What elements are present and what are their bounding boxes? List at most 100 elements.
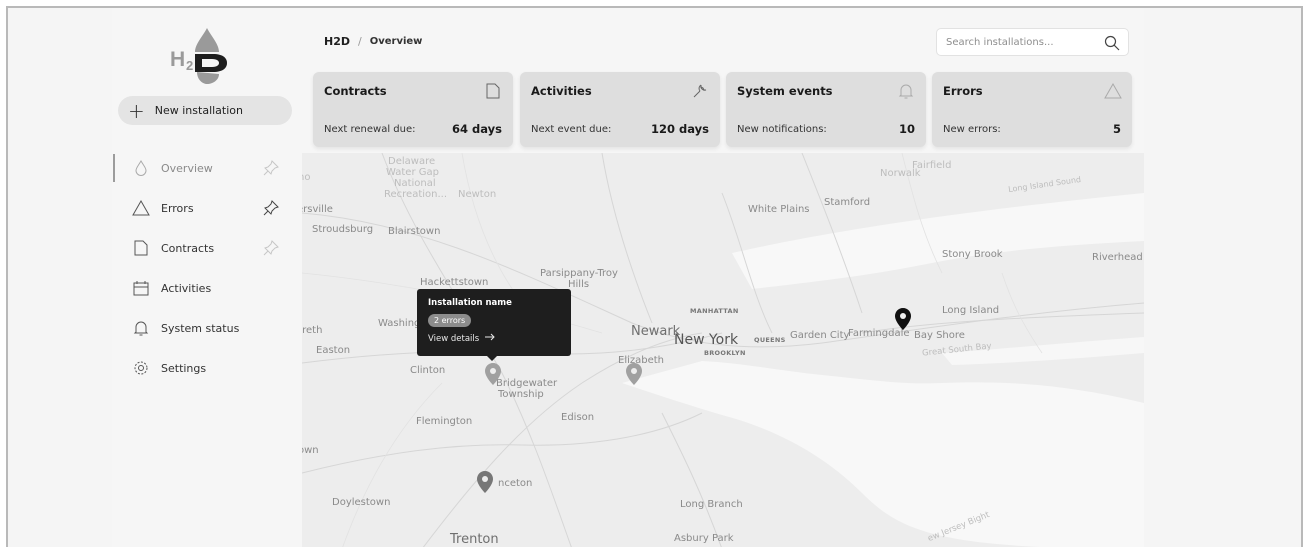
card-meta: Next renewal due: bbox=[324, 124, 416, 135]
map-label: Bay Shore bbox=[914, 330, 965, 341]
installation-marker[interactable] bbox=[625, 362, 643, 386]
map-label: Newton bbox=[458, 189, 497, 200]
installation-marker[interactable] bbox=[476, 470, 494, 494]
error-count-badge: 2 errors bbox=[428, 314, 472, 327]
sidebar-item-label: System status bbox=[161, 321, 240, 335]
tooltip-title: Installation name bbox=[428, 298, 512, 308]
installation-marker[interactable] bbox=[484, 362, 502, 386]
map-label: Hills bbox=[568, 279, 590, 290]
calendar-icon bbox=[132, 279, 150, 297]
bell-icon bbox=[132, 319, 150, 337]
sidebar-item-system-status[interactable]: System status bbox=[112, 308, 302, 348]
activities-card[interactable]: Activities Next event due: 120 days bbox=[520, 72, 720, 147]
sidebar-item-label: Activities bbox=[161, 281, 212, 295]
card-title: Activities bbox=[531, 84, 592, 98]
sidebar-item-errors[interactable]: Errors bbox=[112, 188, 302, 228]
map-label: Delaware bbox=[388, 156, 436, 167]
map-label: Edison bbox=[561, 412, 595, 423]
card-value: 120 days bbox=[651, 122, 709, 136]
map-label: no bbox=[302, 172, 311, 183]
new-installation-button[interactable]: + New installation bbox=[118, 96, 292, 125]
card-value: 5 bbox=[1112, 122, 1121, 136]
search-box bbox=[936, 28, 1129, 56]
map-label: New York bbox=[674, 332, 739, 348]
map-label: QUEENS bbox=[754, 336, 786, 344]
map-label: Fairfield bbox=[912, 160, 952, 171]
breadcrumb: H2D / Overview bbox=[324, 35, 422, 48]
installation-tooltip: Installation name 2 errors View details bbox=[417, 289, 571, 361]
map-label: Stamford bbox=[824, 197, 871, 208]
card-title: Errors bbox=[943, 84, 983, 98]
map-label: areth bbox=[302, 325, 323, 336]
bell-icon bbox=[898, 83, 914, 99]
map-label: Hackettstown bbox=[420, 277, 489, 288]
breadcrumb-current: Overview bbox=[369, 36, 423, 47]
pin-icon[interactable] bbox=[262, 199, 280, 217]
map-label: Blairstown bbox=[388, 226, 441, 237]
view-details-link[interactable]: View details bbox=[428, 333, 560, 344]
pin-icon[interactable] bbox=[262, 239, 280, 257]
search-input[interactable] bbox=[946, 36, 1096, 48]
sidebar-item-label: Contracts bbox=[161, 241, 215, 255]
map-label: Bridgewater bbox=[496, 378, 558, 389]
contracts-card[interactable]: Contracts Next renewal due: 64 days bbox=[313, 72, 513, 147]
warning-icon bbox=[132, 199, 150, 217]
sidebar-item-label: Errors bbox=[161, 201, 194, 215]
card-value: 64 days bbox=[452, 122, 502, 136]
sidebar-item-settings[interactable]: Settings bbox=[112, 348, 302, 388]
card-title: System events bbox=[737, 84, 833, 98]
card-title: Contracts bbox=[324, 84, 387, 98]
map-label: Riverhead bbox=[1092, 252, 1143, 263]
map-label: Township bbox=[498, 389, 544, 400]
svg-text:2: 2 bbox=[186, 58, 193, 73]
sidebar-item-contracts[interactable]: Contracts bbox=[112, 228, 302, 268]
map-label: own bbox=[302, 445, 319, 456]
map-label: Trenton bbox=[450, 532, 499, 547]
gear-icon bbox=[132, 359, 150, 377]
installation-marker-selected[interactable] bbox=[894, 307, 912, 331]
breadcrumb-root[interactable]: H2D bbox=[324, 35, 350, 48]
sidebar-nav: Overview Errors Contracts Activities Sys… bbox=[112, 148, 302, 388]
map-label: White Plains bbox=[748, 204, 810, 215]
sidebar-item-label: Overview bbox=[161, 161, 213, 175]
view-details-label: View details bbox=[428, 333, 480, 344]
errors-card[interactable]: Errors New errors: 5 bbox=[932, 72, 1132, 147]
search-icon[interactable] bbox=[1104, 35, 1120, 51]
system-events-card[interactable]: System events New notifications: 10 bbox=[726, 72, 926, 147]
map-label: MANHATTAN bbox=[690, 307, 739, 315]
map-label: Parsippany-Troy bbox=[540, 268, 618, 279]
map-label: Flemington bbox=[416, 416, 473, 427]
wrench-icon bbox=[692, 83, 708, 99]
pin-icon[interactable] bbox=[262, 159, 280, 177]
new-installation-label: New installation bbox=[154, 104, 243, 117]
map-label: Doylestown bbox=[332, 497, 391, 508]
map-label: Washing bbox=[378, 318, 421, 329]
svg-text:H: H bbox=[170, 48, 185, 71]
breadcrumb-separator: / bbox=[358, 35, 362, 48]
sidebar-item-label: Settings bbox=[161, 361, 207, 375]
map-label: Garden City bbox=[790, 330, 850, 341]
map-label: Water Gap bbox=[386, 167, 439, 178]
drop-icon bbox=[132, 159, 150, 177]
map-label: Newark bbox=[631, 324, 681, 339]
map-label: Recreation... bbox=[384, 189, 448, 200]
app-logo[interactable]: H 2 bbox=[167, 26, 235, 84]
app-window: H 2 + New installation Overview Errors C… bbox=[112, 8, 1144, 547]
map-label: Clinton bbox=[410, 365, 446, 376]
browser-frame: H 2 + New installation Overview Errors C… bbox=[6, 6, 1303, 547]
installations-map[interactable]: Delaware Water Gap National Recreation..… bbox=[302, 153, 1144, 547]
card-meta: New notifications: bbox=[737, 124, 827, 135]
map-label: Easton bbox=[316, 345, 351, 356]
arrow-right-icon bbox=[485, 333, 495, 344]
map-label: Stroudsburg bbox=[312, 224, 374, 235]
map-label: Stony Brook bbox=[942, 249, 1003, 260]
card-value: 10 bbox=[898, 122, 915, 136]
map-label: Long Branch bbox=[680, 499, 743, 510]
map-label: BROOKLYN bbox=[704, 349, 746, 357]
map-label: National bbox=[394, 178, 436, 189]
sidebar-item-activities[interactable]: Activities bbox=[112, 268, 302, 308]
document-icon bbox=[485, 83, 501, 99]
map-label: ersville bbox=[302, 204, 333, 215]
sidebar-item-overview[interactable]: Overview bbox=[112, 148, 302, 188]
card-meta: New errors: bbox=[943, 124, 1001, 135]
